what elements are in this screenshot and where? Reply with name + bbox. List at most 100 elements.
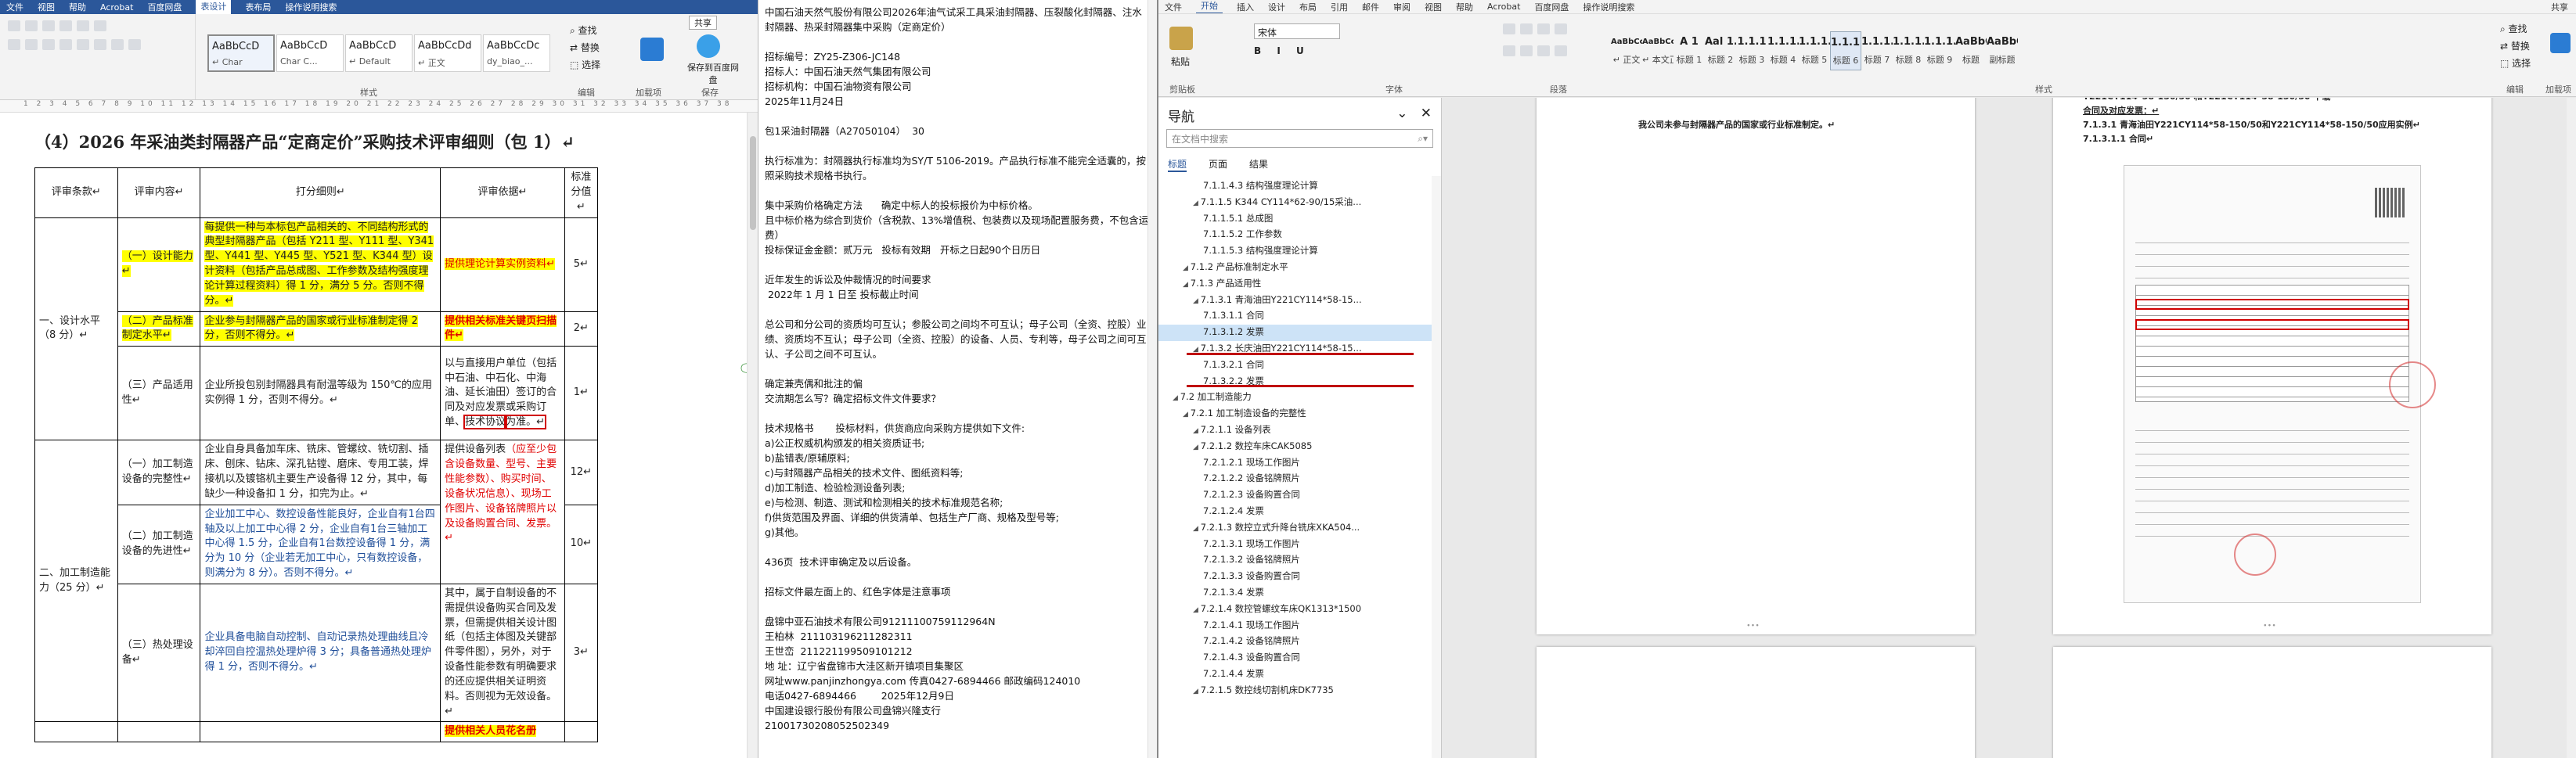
style-option[interactable]: AaBbCcDd↵ 正文 bbox=[414, 34, 481, 72]
find-button[interactable]: ⌕ 查找 bbox=[570, 23, 597, 37]
baidu-cloud-icon[interactable] bbox=[697, 34, 720, 58]
ribbon-tab[interactable]: 设计 bbox=[1268, 1, 1285, 13]
document-page[interactable]: （4）2026 年采油类封隔器产品“定商定价”采购技术评审细则（包 1）↵ 评审… bbox=[0, 113, 758, 758]
ribbon-tab[interactable]: 帮助 bbox=[69, 1, 86, 13]
style-option[interactable]: AaBbCcDd↵ 本文正... bbox=[1642, 31, 1673, 70]
style-option[interactable]: 1.1.1. 标题 7 bbox=[1861, 31, 1893, 70]
style-option[interactable]: AaBbCcDc dy_biao_... bbox=[483, 34, 550, 72]
style-option[interactable]: 1.1.1 标题 3 bbox=[1736, 31, 1767, 70]
tab-results[interactable]: 结果 bbox=[1249, 157, 1268, 172]
nav-heading-item[interactable]: ◢ 7.2.1.2 数控车床CAK5085 bbox=[1158, 439, 1441, 455]
collapse-caret-icon[interactable]: ◢ bbox=[1173, 394, 1180, 402]
search-icon[interactable]: ⌕▾ bbox=[1418, 133, 1428, 145]
font-format-buttons[interactable]: B I U bbox=[1254, 45, 1310, 56]
share-button[interactable]: 共享 bbox=[689, 16, 717, 30]
nav-heading-item[interactable]: 7.2.1.2.3 设备购置合同 bbox=[1158, 487, 1441, 504]
select-button[interactable]: ⬚ 选择 bbox=[2500, 56, 2531, 70]
ribbon-tab[interactable]: 表布局 bbox=[245, 1, 271, 13]
nav-heading-item[interactable]: 7.1.1.5.2 工作参数 bbox=[1158, 227, 1441, 243]
nav-heading-item[interactable]: 7.2.1.4.1 现场工作图片 bbox=[1158, 618, 1441, 634]
nav-heading-item[interactable]: ◢ 7.1.3.1 青海油田Y221CY114*58-15... bbox=[1158, 293, 1441, 309]
ribbon-tab[interactable]: 百度网盘 bbox=[1534, 1, 1569, 13]
evaluation-table[interactable]: 评审条款↵ 评审内容↵ 打分细则↵ 评审依据↵ 标准分值↵ 一、设计水平（8 分… bbox=[34, 167, 599, 743]
collapse-caret-icon[interactable]: ◢ bbox=[1193, 297, 1201, 305]
close-icon[interactable]: ✕ bbox=[1421, 106, 1432, 121]
ribbon-tab[interactable]: 百度网盘 bbox=[147, 1, 182, 13]
nav-heading-item[interactable]: 7.2.1.3.1 现场工作图片 bbox=[1158, 537, 1441, 553]
collapse-caret-icon[interactable]: ◢ bbox=[1183, 411, 1191, 419]
collapse-caret-icon[interactable]: ◢ bbox=[1193, 606, 1201, 614]
heading-tree[interactable]: 7.1.1.4.3 结构强度理论计算 ◢ 7.1.1.5 K344 CY114*6… bbox=[1158, 175, 1441, 699]
vertical-scrollbar[interactable] bbox=[747, 113, 758, 758]
ribbon-tab[interactable]: 开始 bbox=[1196, 0, 1223, 13]
document-page-left[interactable]: 我公司未参与封隔器产品的国家或行业标准制定。↵ ∙∙∙ bbox=[1537, 98, 1975, 634]
addin-icon[interactable] bbox=[640, 38, 664, 61]
nav-heading-item[interactable]: ◢ 7.1.2 产品标准制定水平 bbox=[1158, 260, 1441, 276]
nav-heading-item[interactable]: 7.2.1.2.1 现场工作图片 bbox=[1158, 455, 1441, 472]
nav-heading-item[interactable]: ◢ 7.2 加工制造能力 bbox=[1158, 390, 1441, 406]
collapse-caret-icon[interactable]: ◢ bbox=[1193, 525, 1201, 533]
replace-button[interactable]: ⇄ 替换 bbox=[570, 41, 600, 54]
nav-heading-item[interactable]: ◢ 7.1.1.5 K344 CY114*62-90/15采油... bbox=[1158, 195, 1441, 211]
replace-button[interactable]: ⇄ 替换 bbox=[2500, 39, 2530, 52]
nav-heading-item[interactable]: 7.2.1.2.4 发票 bbox=[1158, 504, 1441, 520]
style-option[interactable]: 1.1.1. 标题 9 bbox=[1924, 31, 1955, 70]
style-option[interactable]: AaBbC标题 bbox=[1955, 31, 1987, 70]
save-baidu-button[interactable]: 保存到百度网盘 bbox=[686, 61, 740, 86]
style-option[interactable]: AaBbC副标题 bbox=[1987, 31, 2018, 70]
nav-heading-item[interactable]: ◢ 7.2.1.5 数控线切割机床DK7735 bbox=[1158, 683, 1441, 699]
nav-heading-item[interactable]: ◢ 7.2.1 加工制造设备的完整性 bbox=[1158, 406, 1441, 422]
nav-heading-item[interactable]: 7.2.1.4.4 发票 bbox=[1158, 666, 1441, 683]
ribbon-tab[interactable]: 引用 bbox=[1331, 1, 1348, 13]
collapse-caret-icon[interactable]: ◢ bbox=[1183, 281, 1191, 289]
nav-heading-item[interactable]: 7.2.1.2.2 设备铭牌照片 bbox=[1158, 471, 1441, 487]
style-option[interactable]: 1.1.1. 标题 4 bbox=[1767, 31, 1799, 70]
style-option[interactable]: AaBbCcD Char C... bbox=[276, 34, 344, 72]
collapse-caret-icon[interactable]: ◢ bbox=[1183, 264, 1191, 272]
collapse-caret-icon[interactable]: ◢ bbox=[1193, 444, 1201, 451]
ribbon-tab[interactable]: 帮助 bbox=[1456, 1, 1473, 13]
notes-scrollbar[interactable] bbox=[1147, 0, 1157, 758]
ribbon-tab[interactable]: 表设计 bbox=[196, 0, 232, 14]
ribbon-tab[interactable]: 视图 bbox=[38, 1, 55, 13]
nav-scrollbar[interactable] bbox=[1432, 176, 1441, 758]
paste-icon[interactable] bbox=[1169, 27, 1193, 50]
collapse-caret-icon[interactable]: ◢ bbox=[1193, 427, 1201, 435]
ribbon-tab[interactable]: Acrobat bbox=[1487, 2, 1520, 12]
style-option[interactable]: AaBbCcD ↵ Default bbox=[345, 34, 413, 72]
nav-heading-item[interactable]: 7.1.3.2.2 发票 bbox=[1158, 374, 1441, 390]
addin-icon[interactable] bbox=[2550, 33, 2571, 53]
ribbon-tab[interactable]: 布局 bbox=[1299, 1, 1317, 13]
nav-heading-item[interactable]: 7.2.1.4.3 设备购置合同 bbox=[1158, 650, 1441, 666]
style-option[interactable]: AaBbCcD ↵ Char bbox=[207, 34, 275, 72]
nav-heading-item[interactable]: 7.2.1.3.2 设备铭牌照片 bbox=[1158, 552, 1441, 569]
nav-heading-item[interactable]: 7.1.3.1.1 合同 bbox=[1158, 308, 1441, 325]
document-area[interactable]: 我公司未参与封隔器产品的国家或行业标准制定。↵ ∙∙∙ Y221CY114*58… bbox=[1443, 98, 2576, 758]
style-option[interactable]: 1.1.1.1标题 5 bbox=[1799, 31, 1830, 70]
nav-heading-item[interactable]: 7.1.3.1.2 发票 bbox=[1158, 325, 1441, 341]
nav-heading-item[interactable]: ◢ 7.2.1.3 数控立式升降台铣床XKA504... bbox=[1158, 520, 1441, 537]
collapse-caret-icon[interactable]: ◢ bbox=[1193, 199, 1201, 207]
nav-heading-item[interactable]: 7.2.1.3.4 发票 bbox=[1158, 585, 1441, 602]
nav-heading-item[interactable]: 7.1.1.5.3 结构强度理论计算 bbox=[1158, 243, 1441, 260]
ribbon-tab[interactable]: 操作说明搜索 bbox=[285, 1, 337, 13]
style-option[interactable]: Aal 1.1标题 2 bbox=[1705, 31, 1736, 70]
chevron-down-icon[interactable]: ⌄ bbox=[1396, 106, 1407, 121]
ribbon-tab[interactable]: 插入 bbox=[1237, 1, 1254, 13]
paste-button[interactable]: 粘贴 bbox=[1171, 55, 1190, 68]
document-page-right[interactable]: Y221CY114*58-150/50 和Y221CY114*58-150/50… bbox=[2053, 98, 2491, 634]
nav-heading-item[interactable]: ◢ 7.1.3 产品适用性 bbox=[1158, 276, 1441, 293]
ribbon-tab[interactable]: 审阅 bbox=[1393, 1, 1410, 13]
ribbon-tab[interactable]: 文件 bbox=[6, 1, 23, 13]
ribbon-tab[interactable]: 视图 bbox=[1425, 1, 1442, 13]
collapse-caret-icon[interactable]: ◢ bbox=[1193, 688, 1201, 695]
ribbon-tab[interactable]: 邮件 bbox=[1362, 1, 1379, 13]
ribbon-tab[interactable]: 文件 bbox=[1165, 1, 1182, 13]
ribbon-tab[interactable]: Acrobat bbox=[100, 2, 133, 13]
notes-text[interactable]: 中国石油天然气股份有限公司2026年油气试采工具采油封隔器、压裂酸化封隔器、注水… bbox=[758, 0, 1157, 758]
document-scrollbar[interactable] bbox=[2567, 98, 2576, 758]
font-name-select[interactable]: 宋体 bbox=[1254, 23, 1340, 39]
tab-pages[interactable]: 页面 bbox=[1209, 157, 1227, 172]
nav-heading-item[interactable]: ◢ 7.2.1.1 设备列表 bbox=[1158, 422, 1441, 439]
nav-heading-item[interactable]: 7.1.3.2.1 合同 bbox=[1158, 357, 1441, 374]
